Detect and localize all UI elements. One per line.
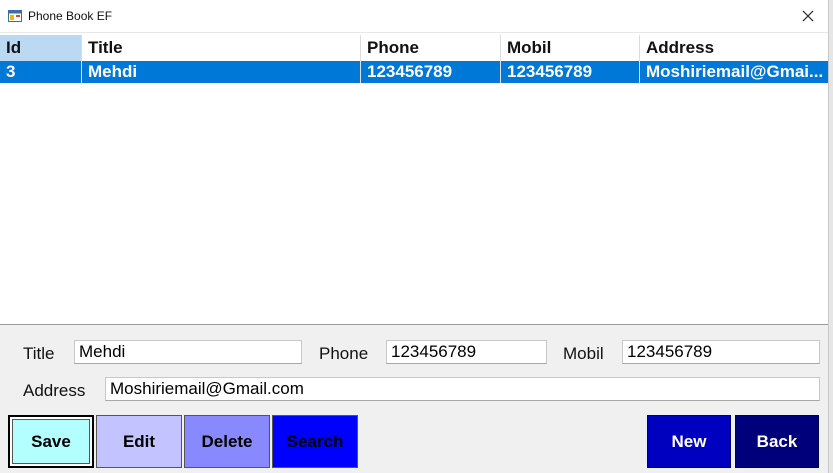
window-title: Phone Book EF bbox=[28, 9, 113, 23]
delete-button[interactable]: Delete bbox=[184, 415, 270, 468]
title-bar: Phone Book EF bbox=[0, 0, 828, 33]
cell-address[interactable]: Moshiriemail@Gmai... bbox=[640, 61, 828, 83]
cell-id[interactable]: 3 bbox=[0, 61, 82, 83]
mobil-field[interactable]: 123456789 bbox=[622, 340, 820, 364]
phone-book-window: Phone Book EF Id Title Phone Mobil Addre… bbox=[0, 0, 829, 473]
column-header-phone[interactable]: Phone bbox=[361, 35, 501, 61]
cell-mobil[interactable]: 123456789 bbox=[501, 61, 640, 83]
phone-label: Phone bbox=[319, 344, 369, 363]
edit-button[interactable]: Edit bbox=[96, 415, 182, 468]
title-label: Title bbox=[23, 344, 55, 363]
close-button[interactable] bbox=[788, 0, 828, 32]
title-field[interactable]: Mehdi bbox=[74, 340, 302, 364]
grid-header: Id Title Phone Mobil Address bbox=[0, 35, 828, 61]
back-button[interactable]: Back bbox=[735, 415, 819, 468]
column-header-title[interactable]: Title bbox=[82, 35, 361, 61]
column-header-address[interactable]: Address bbox=[640, 35, 828, 61]
column-header-id[interactable]: Id bbox=[0, 35, 82, 61]
cell-phone[interactable]: 123456789 bbox=[361, 61, 501, 83]
form-icon bbox=[8, 10, 22, 22]
close-icon bbox=[802, 10, 814, 22]
new-button[interactable]: New bbox=[647, 415, 731, 468]
address-label: Address bbox=[23, 381, 86, 400]
column-header-mobil[interactable]: Mobil bbox=[501, 35, 640, 61]
phone-field[interactable]: 123456789 bbox=[386, 340, 547, 364]
address-field[interactable]: Moshiriemail@Gmail.com bbox=[105, 377, 820, 401]
cell-title[interactable]: Mehdi bbox=[82, 61, 361, 83]
save-button[interactable]: Save bbox=[8, 415, 94, 468]
search-button[interactable]: Search bbox=[272, 415, 358, 468]
mobil-label: Mobil bbox=[563, 344, 604, 363]
contacts-grid[interactable]: Id Title Phone Mobil Address 3 Mehdi 123… bbox=[0, 33, 828, 325]
table-row[interactable]: 3 Mehdi 123456789 123456789 Moshiriemail… bbox=[0, 61, 828, 83]
